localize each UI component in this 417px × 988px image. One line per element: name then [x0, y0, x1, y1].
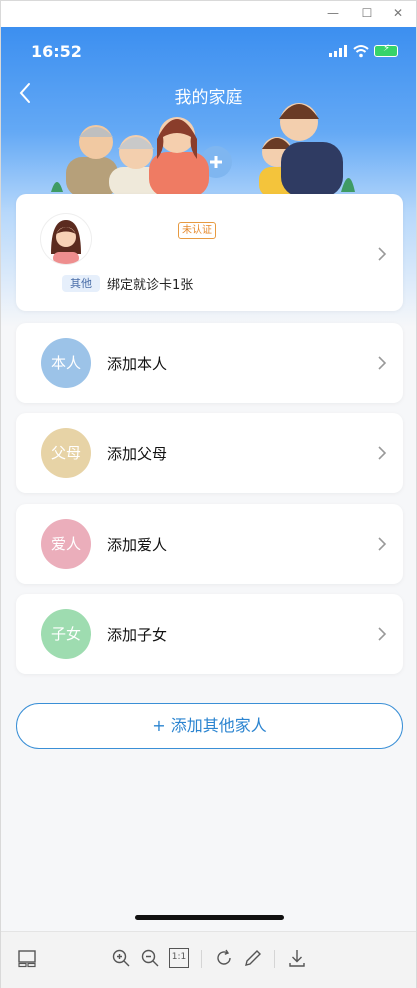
- add-spouse-label: 添加爱人: [107, 536, 168, 554]
- member-circle: 父母: [41, 428, 91, 478]
- wifi-icon: [353, 45, 369, 58]
- layout-icon[interactable]: [17, 948, 37, 968]
- toolbar-divider: [201, 950, 202, 968]
- status-time: 16:52: [31, 42, 82, 61]
- profile-card[interactable]: 其他 未认证 绑定就诊卡1张: [16, 194, 403, 311]
- member-circle: 子女: [41, 609, 91, 659]
- chevron-right-icon: [378, 247, 387, 261]
- relation-badge: 其他: [62, 275, 100, 292]
- female-avatar-icon: [51, 220, 81, 264]
- minimize-button[interactable]: —: [323, 4, 343, 22]
- avatar: [41, 214, 91, 264]
- chevron-right-icon: [378, 446, 387, 460]
- maximize-button[interactable]: ☐: [357, 4, 377, 22]
- status-bar: 16:52 ⚡: [1, 27, 416, 75]
- add-self-card[interactable]: 本人 添加本人: [16, 323, 403, 403]
- family-illustration: [51, 103, 355, 197]
- zoom-out-icon[interactable]: [140, 948, 160, 968]
- battery-icon: ⚡: [374, 43, 398, 57]
- add-self-label: 添加本人: [107, 355, 168, 373]
- chevron-right-icon: [378, 627, 387, 641]
- add-children-card[interactable]: 子女 添加子女: [16, 594, 403, 674]
- add-other-family-button[interactable]: + 添加其他家人: [16, 703, 403, 749]
- chevron-right-icon: [378, 356, 387, 370]
- actual-size-icon[interactable]: 1:1: [169, 948, 189, 968]
- add-parents-label: 添加父母: [107, 445, 168, 463]
- signal-icon: [329, 45, 347, 57]
- zoom-in-icon[interactable]: [111, 948, 131, 968]
- unverified-badge[interactable]: 未认证: [178, 222, 216, 239]
- app-window: — ☐ ✕ 16:52 ⚡ 我的家庭 其他 未认证 绑定就诊卡1张 本人 添加本…: [0, 0, 417, 988]
- rotate-icon[interactable]: [214, 948, 234, 968]
- member-circle: 本人: [41, 338, 91, 388]
- add-parents-card[interactable]: 父母 添加父母: [16, 413, 403, 493]
- close-button[interactable]: ✕: [388, 4, 408, 22]
- add-children-label: 添加子女: [107, 626, 168, 644]
- viewer-toolbar: 1:1: [1, 931, 416, 988]
- home-indicator: [135, 915, 284, 920]
- add-spouse-card[interactable]: 爱人 添加爱人: [16, 504, 403, 584]
- download-icon[interactable]: [287, 948, 307, 968]
- member-circle: 爱人: [41, 519, 91, 569]
- window-titlebar: — ☐ ✕: [1, 1, 416, 27]
- bound-card-count: 绑定就诊卡1张: [107, 278, 194, 293]
- chevron-right-icon: [378, 537, 387, 551]
- edit-icon[interactable]: [243, 948, 263, 968]
- toolbar-divider: [274, 950, 275, 968]
